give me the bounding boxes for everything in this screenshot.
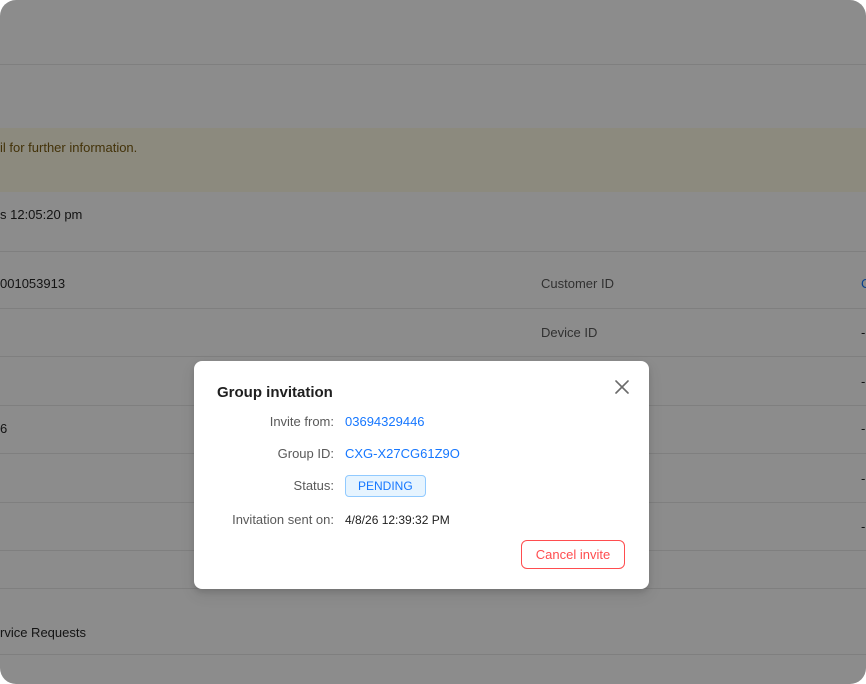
app-window: il for further information. s 12:05:20 p… — [0, 0, 866, 684]
group-invitation-modal: Group invitation Invite from: 0369432944… — [194, 361, 649, 589]
group-id-link[interactable]: CXG-X27CG61Z9O — [345, 446, 460, 461]
invite-from-label: Invite from: — [269, 414, 334, 429]
group-id-label: Group ID: — [277, 446, 334, 461]
modal-title: Group invitation — [217, 384, 333, 401]
sent-on-value: 4/8/26 12:39:32 PM — [345, 513, 450, 527]
invite-from-link[interactable]: 03694329446 — [345, 414, 425, 429]
sent-on-label: Invitation sent on: — [232, 512, 334, 527]
cancel-invite-button[interactable]: Cancel invite — [521, 540, 625, 569]
status-badge: PENDING — [345, 475, 426, 497]
close-icon — [613, 378, 631, 396]
status-label: Status: — [293, 478, 334, 493]
close-button[interactable] — [613, 378, 631, 396]
